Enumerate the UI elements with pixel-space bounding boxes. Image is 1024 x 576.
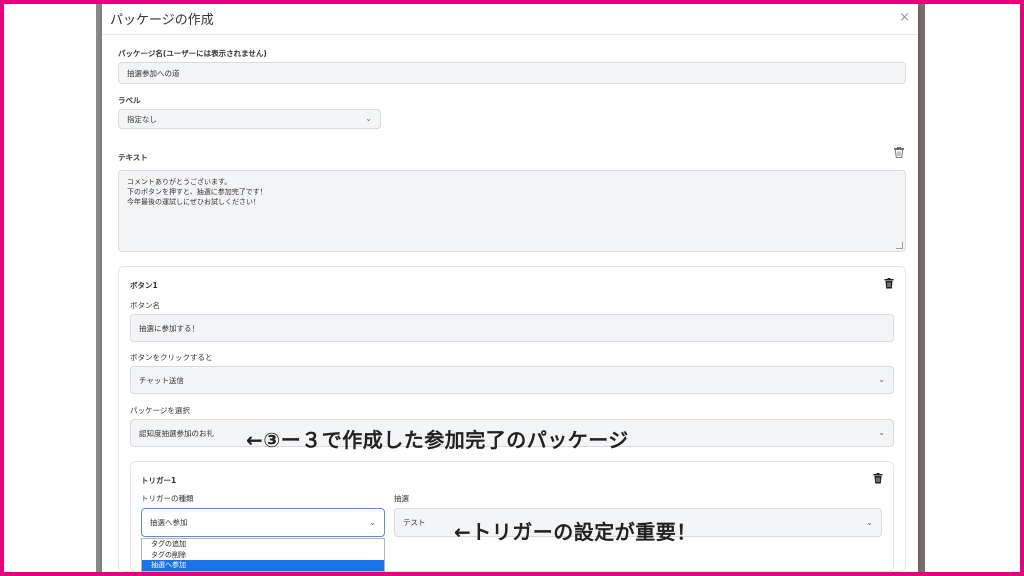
- close-icon[interactable]: ×: [899, 10, 910, 25]
- chevron-down-icon: ⌄: [878, 375, 885, 384]
- resize-handle[interactable]: [896, 242, 903, 249]
- button-delete-icon[interactable]: [884, 278, 894, 289]
- trigger-type-dropdown: タグの追加 タグの削除 抽選へ参加: [141, 538, 385, 572]
- button-action-select[interactable]: チャット送信 ⌄: [130, 366, 894, 394]
- dropdown-option-add-tag[interactable]: タグの追加: [142, 539, 384, 550]
- text-field-label: テキスト: [118, 153, 148, 162]
- text-line-2: 下のボタンを押すと、抽選に参加完了です！: [127, 188, 267, 196]
- chevron-down-icon: ⌄: [365, 114, 372, 123]
- button-name-label: ボタン名: [130, 301, 160, 310]
- chevron-down-icon: ⌄: [369, 517, 376, 527]
- label-select[interactable]: 指定なし ⌄: [118, 109, 381, 129]
- package-name-input[interactable]: 抽選参加への道: [118, 62, 906, 84]
- label-select-value: 指定なし: [127, 114, 157, 124]
- chevron-down-icon: ⌄: [878, 428, 885, 437]
- trigger-type-select[interactable]: 抽選へ参加 ⌄: [141, 508, 385, 537]
- button-card-title: ボタン1: [130, 281, 158, 290]
- trigger-annotation: ←トリガーの設定が重要！: [454, 520, 697, 544]
- text-line-1: コメントありがとうございます。: [127, 178, 232, 186]
- lottery-select-value: テスト: [403, 518, 426, 527]
- package-select-value: 認知度抽選参加のお礼: [139, 428, 214, 438]
- dropdown-option-remove-tag[interactable]: タグの削除: [142, 550, 384, 561]
- package-annotation: ←③ー３で作成した参加完了のパッケージ: [246, 428, 629, 452]
- package-name-label: パッケージ名(ユーザーには表示されません): [118, 49, 267, 58]
- modal-title: パッケージの作成: [110, 13, 214, 28]
- backdrop-strip-right: [918, 4, 925, 572]
- chevron-down-icon: ⌄: [866, 517, 873, 527]
- trigger-type-label: トリガーの種類: [141, 494, 194, 503]
- button-action-value: チャット送信: [139, 375, 184, 385]
- trigger-type-value: 抽選へ参加: [150, 518, 188, 527]
- trigger-card-title: トリガー1: [141, 476, 177, 485]
- button-name-input[interactable]: 抽選に参加する！: [130, 314, 894, 342]
- dropdown-option-join-lottery[interactable]: 抽選へ参加: [142, 560, 384, 571]
- text-line-3: 今年最後の運試しにぜひお試しください！: [127, 198, 260, 206]
- modal-header: パッケージの作成 ×: [102, 4, 918, 35]
- text-delete-icon[interactable]: [894, 147, 904, 158]
- create-package-modal: パッケージの作成 × パッケージ名(ユーザーには表示されません) 抽選参加への道…: [102, 4, 918, 572]
- lottery-label: 抽選: [394, 494, 409, 503]
- button-click-label: ボタンをクリックすると: [130, 353, 213, 362]
- package-select-label: パッケージを選択: [130, 406, 190, 415]
- trigger-delete-icon[interactable]: [873, 473, 883, 484]
- label-field-label: ラベル: [118, 96, 141, 105]
- text-textarea[interactable]: コメントありがとうございます。 下のボタンを押すと、抽選に参加完了です！ 今年最…: [118, 170, 906, 252]
